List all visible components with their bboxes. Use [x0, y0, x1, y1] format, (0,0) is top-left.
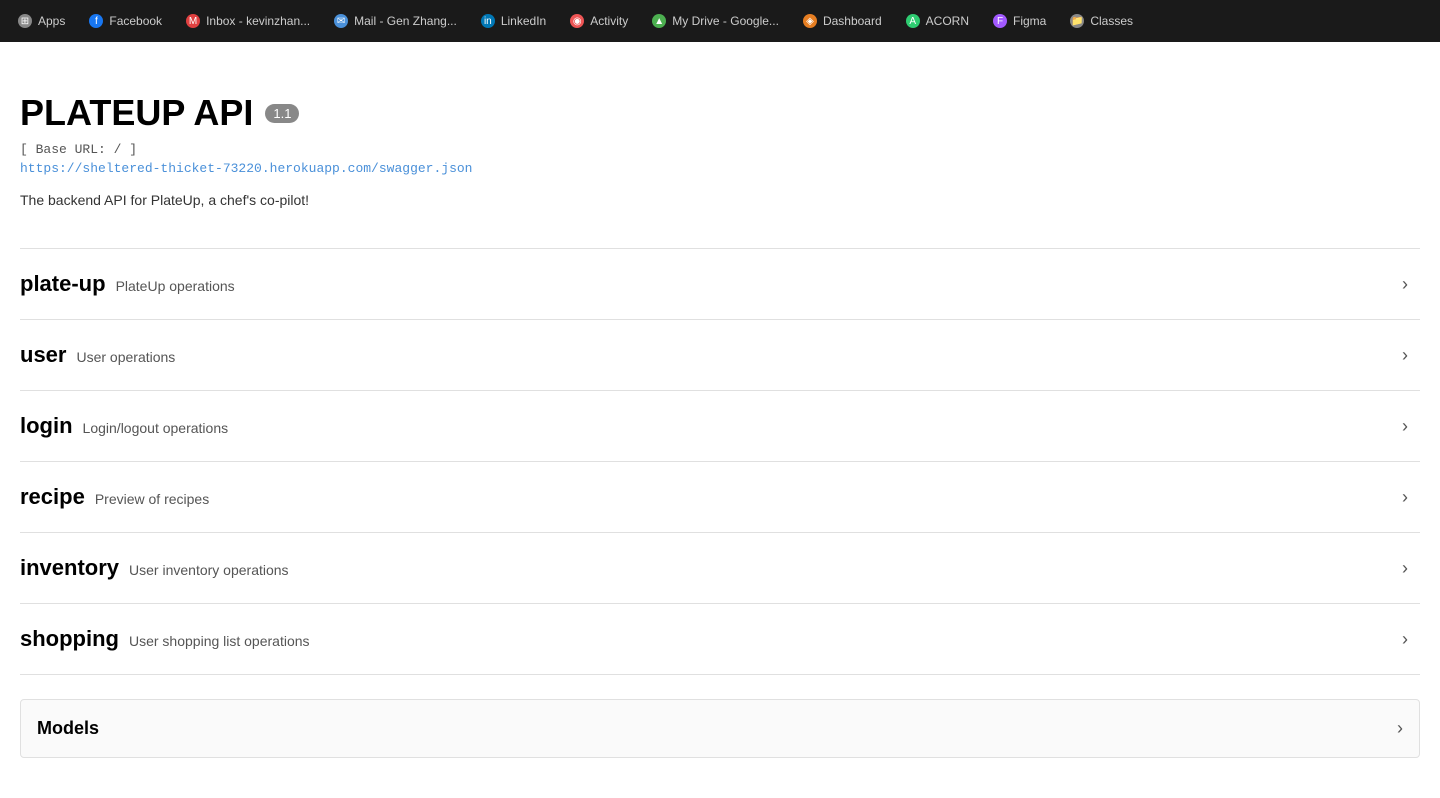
section-left-recipe: recipe Preview of recipes — [20, 484, 209, 510]
browser-tab-dashboard[interactable]: ◈ Dashboard — [793, 5, 892, 37]
section-left-login: login Login/logout operations — [20, 413, 228, 439]
tab-icon-figma: F — [993, 14, 1007, 28]
base-url-label: [ Base URL: / ] — [20, 142, 1420, 157]
tab-icon-acorn: A — [906, 14, 920, 28]
tab-label-linkedin: LinkedIn — [501, 14, 546, 28]
section-name-login: login — [20, 413, 73, 439]
tab-icon-dashboard: ◈ — [803, 14, 817, 28]
section-desc-inventory: User inventory operations — [129, 562, 289, 578]
section-left-plate-up: plate-up PlateUp operations — [20, 271, 235, 297]
tab-label-activity: Activity — [590, 14, 628, 28]
tab-icon-mail: ✉ — [334, 14, 348, 28]
section-name-recipe: recipe — [20, 484, 85, 510]
browser-tab-acorn[interactable]: A ACORN — [896, 5, 979, 37]
tab-icon-apps: ⊞ — [18, 14, 32, 28]
models-label: Models — [37, 718, 99, 739]
section-name-user: user — [20, 342, 66, 368]
api-section-shopping[interactable]: shopping User shopping list operations › — [20, 603, 1420, 675]
tab-label-apps: Apps — [38, 14, 65, 28]
api-section-login[interactable]: login Login/logout operations › — [20, 390, 1420, 461]
section-chevron-login: › — [1402, 416, 1408, 437]
tab-label-inbox: Inbox - kevinzhan... — [206, 14, 310, 28]
tab-label-acorn: ACORN — [926, 14, 969, 28]
section-left-inventory: inventory User inventory operations — [20, 555, 289, 581]
tab-icon-linkedin: in — [481, 14, 495, 28]
tab-icon-activity: ◉ — [570, 14, 584, 28]
tab-label-mail: Mail - Gen Zhang... — [354, 14, 457, 28]
browser-tab-activity[interactable]: ◉ Activity — [560, 5, 638, 37]
section-name-shopping: shopping — [20, 626, 119, 652]
api-title: PLATEUP API — [20, 92, 253, 134]
tab-label-figma: Figma — [1013, 14, 1046, 28]
models-section[interactable]: Models › — [20, 699, 1420, 758]
tab-icon-mydrive: ▲ — [652, 14, 666, 28]
api-version-badge: 1.1 — [265, 104, 299, 123]
tab-label-classes: Classes — [1090, 14, 1133, 28]
section-desc-login: Login/logout operations — [83, 420, 229, 436]
main-content: PLATEUP API 1.1 [ Base URL: / ] https://… — [0, 42, 1440, 798]
section-name-plate-up: plate-up — [20, 271, 106, 297]
tab-label-mydrive: My Drive - Google... — [672, 14, 779, 28]
api-section-inventory[interactable]: inventory User inventory operations › — [20, 532, 1420, 603]
api-section-user[interactable]: user User operations › — [20, 319, 1420, 390]
tab-icon-classes: 📁 — [1070, 14, 1084, 28]
tab-icon-inbox: M — [186, 14, 200, 28]
browser-tab-classes[interactable]: 📁 Classes — [1060, 5, 1143, 37]
section-desc-recipe: Preview of recipes — [95, 491, 209, 507]
section-left-user: user User operations — [20, 342, 175, 368]
section-chevron-user: › — [1402, 345, 1408, 366]
section-chevron-recipe: › — [1402, 487, 1408, 508]
base-url-link[interactable]: https://sheltered-thicket-73220.herokuap… — [20, 161, 1420, 176]
api-title-row: PLATEUP API 1.1 — [20, 92, 1420, 134]
section-chevron-shopping: › — [1402, 629, 1408, 650]
section-name-inventory: inventory — [20, 555, 119, 581]
browser-tab-linkedin[interactable]: in LinkedIn — [471, 5, 556, 37]
models-chevron-icon: › — [1397, 718, 1403, 739]
tab-label-dashboard: Dashboard — [823, 14, 882, 28]
api-section-plate-up[interactable]: plate-up PlateUp operations › — [20, 248, 1420, 319]
browser-bar: ⊞ Apps f Facebook M Inbox - kevinzhan... ✉ Mail… — [0, 0, 1440, 42]
section-chevron-inventory: › — [1402, 558, 1408, 579]
tab-icon-facebook: f — [89, 14, 103, 28]
section-desc-shopping: User shopping list operations — [129, 633, 310, 649]
api-section-recipe[interactable]: recipe Preview of recipes › — [20, 461, 1420, 532]
section-chevron-plate-up: › — [1402, 274, 1408, 295]
browser-tab-facebook[interactable]: f Facebook — [79, 5, 172, 37]
browser-tab-mail[interactable]: ✉ Mail - Gen Zhang... — [324, 5, 467, 37]
browser-tab-apps[interactable]: ⊞ Apps — [8, 5, 75, 37]
browser-tab-mydrive[interactable]: ▲ My Drive - Google... — [642, 5, 789, 37]
section-desc-user: User operations — [76, 349, 175, 365]
tab-label-facebook: Facebook — [109, 14, 162, 28]
section-desc-plate-up: PlateUp operations — [116, 278, 235, 294]
api-description: The backend API for PlateUp, a chef's co… — [20, 192, 1420, 208]
section-left-shopping: shopping User shopping list operations — [20, 626, 310, 652]
sections-container: plate-up PlateUp operations › user User oper… — [20, 248, 1420, 675]
browser-tab-figma[interactable]: F Figma — [983, 5, 1056, 37]
browser-tab-inbox[interactable]: M Inbox - kevinzhan... — [176, 5, 320, 37]
